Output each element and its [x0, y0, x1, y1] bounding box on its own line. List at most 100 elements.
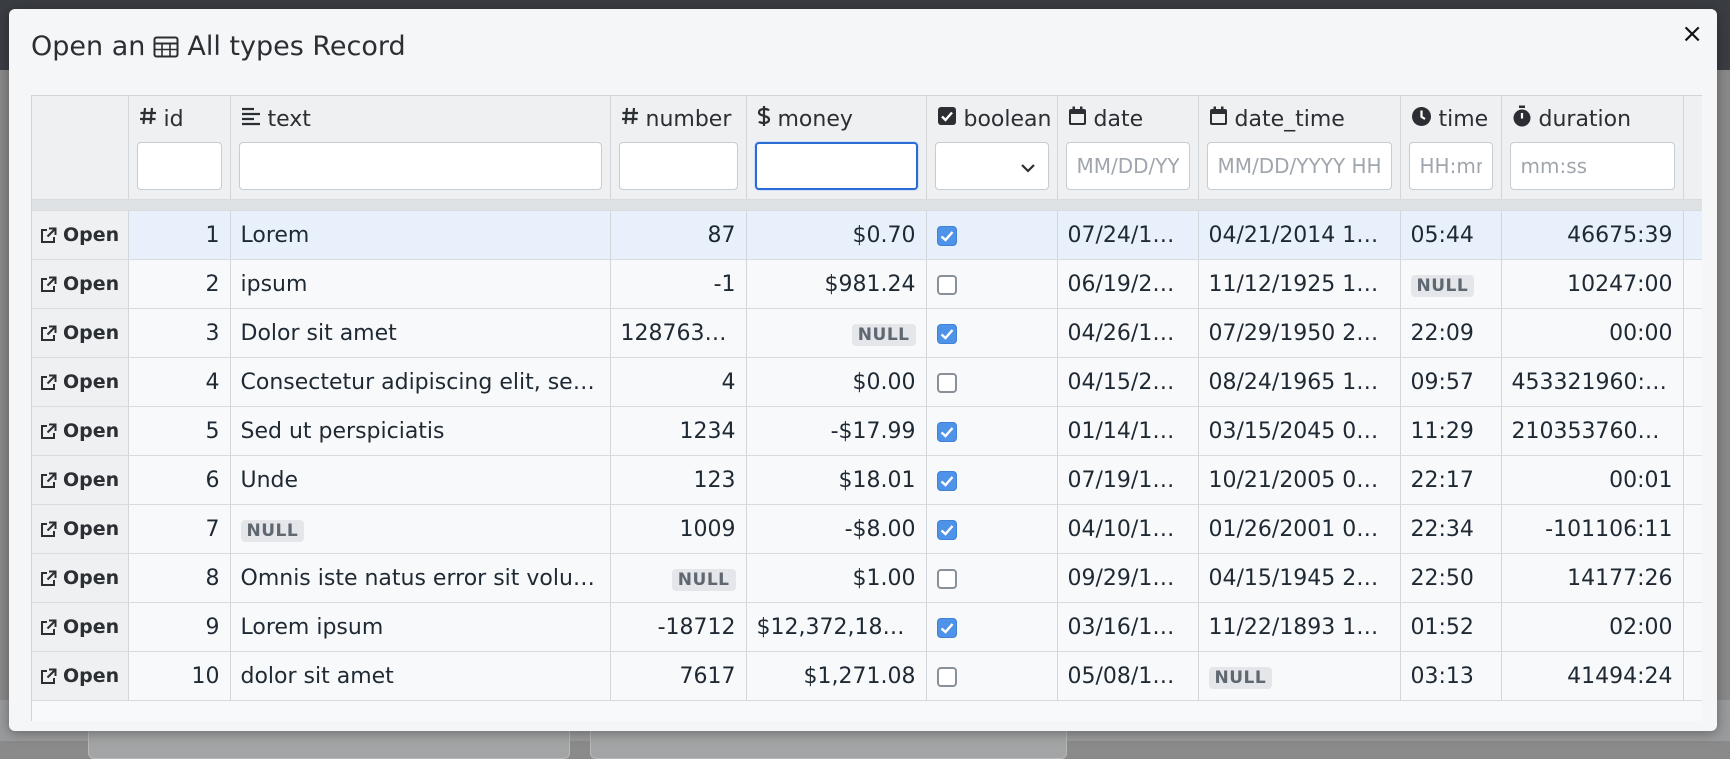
- cell-id[interactable]: 10: [128, 651, 231, 701]
- date-time-filter-input[interactable]: [1206, 142, 1392, 190]
- boolean-filter-select[interactable]: [934, 142, 1049, 190]
- cell-date-time[interactable]: 11/12/1925 16:21: [1198, 259, 1401, 309]
- cell-money[interactable]: -$8.00: [746, 504, 927, 554]
- cell-boolean[interactable]: [926, 504, 1058, 554]
- open-record-button[interactable]: Open: [40, 518, 120, 540]
- cell-date-time[interactable]: 01/26/2001 02:58: [1198, 504, 1401, 554]
- open-record-button[interactable]: Open: [40, 322, 120, 344]
- cell-time[interactable]: 22:34: [1400, 504, 1502, 554]
- table-row[interactable]: Open 6 Unde 123 $18.01 07/19/1983 10/21/2005 0…: [32, 455, 1702, 505]
- cell-text[interactable]: ipsum: [230, 259, 611, 309]
- cell-duration[interactable]: 2103537600:00: [1501, 406, 1684, 456]
- cell-date-time[interactable]: 10/21/2005 03:43: [1198, 455, 1401, 505]
- cell-date[interactable]: 04/26/1946: [1057, 308, 1199, 358]
- column-title[interactable]: time: [1401, 96, 1501, 142]
- cell-duration[interactable]: 10247:00: [1501, 259, 1684, 309]
- cell-text[interactable]: Sed ut perspiciatis: [230, 406, 611, 456]
- column-title[interactable]: date_time: [1199, 96, 1400, 142]
- column-title[interactable]: duration: [1502, 96, 1683, 142]
- cell-time[interactable]: 22:17: [1400, 455, 1502, 505]
- checkbox-checked-icon[interactable]: [936, 617, 957, 638]
- cell-text[interactable]: Omnis iste natus error sit volupt…: [230, 553, 611, 603]
- open-record-button[interactable]: Open: [40, 371, 120, 393]
- open-record-button[interactable]: Open: [40, 616, 120, 638]
- cell-duration[interactable]: 14177:26: [1501, 553, 1684, 603]
- cell-money[interactable]: $0.00: [746, 357, 927, 407]
- cell-money[interactable]: $1,271.08: [746, 651, 927, 701]
- cell-number[interactable]: 1234: [610, 406, 747, 456]
- column-title[interactable]: id: [129, 96, 230, 142]
- close-icon[interactable]: ×: [1681, 21, 1703, 47]
- cell-text[interactable]: Lorem ipsum: [230, 602, 611, 652]
- checkbox-checked-icon[interactable]: [936, 323, 957, 344]
- checkbox-unchecked-icon[interactable]: [936, 372, 957, 393]
- cell-id[interactable]: 3: [128, 308, 231, 358]
- open-record-button[interactable]: Open: [40, 567, 120, 589]
- cell-id[interactable]: 2: [128, 259, 231, 309]
- cell-time[interactable]: 22:09: [1400, 308, 1502, 358]
- cell-id[interactable]: 7: [128, 504, 231, 554]
- open-record-button[interactable]: Open: [40, 273, 120, 295]
- cell-boolean[interactable]: [926, 210, 1058, 260]
- open-record-button[interactable]: Open: [40, 224, 120, 246]
- cell-boolean[interactable]: [926, 406, 1058, 456]
- text-filter-input[interactable]: [238, 142, 602, 190]
- cell-boolean[interactable]: [926, 259, 1058, 309]
- cell-date-time[interactable]: 11/22/1893 15:05: [1198, 602, 1401, 652]
- table-row[interactable]: Open 8 Omnis iste natus error sit volupt… N…: [32, 553, 1702, 603]
- table-row[interactable]: Open 3 Dolor sit amet 128763276 NULL 04/26/19…: [32, 308, 1702, 358]
- cell-text[interactable]: Unde: [230, 455, 611, 505]
- cell-time[interactable]: 01:52: [1400, 602, 1502, 652]
- cell-money[interactable]: $1.00: [746, 553, 927, 603]
- cell-number[interactable]: -18712: [610, 602, 747, 652]
- cell-duration[interactable]: 46675:39: [1501, 210, 1684, 260]
- cell-number[interactable]: 87: [610, 210, 747, 260]
- checkbox-unchecked-icon[interactable]: [936, 568, 957, 589]
- cell-time[interactable]: NULL: [1400, 259, 1502, 309]
- cell-boolean[interactable]: [926, 455, 1058, 505]
- table-row[interactable]: Open 9 Lorem ipsum -18712 $12,372,187.00 03/1…: [32, 602, 1702, 652]
- checkbox-checked-icon[interactable]: [936, 225, 957, 246]
- cell-text[interactable]: Consectetur adipiscing elit, sed …: [230, 357, 611, 407]
- cell-duration[interactable]: 00:00: [1501, 308, 1684, 358]
- cell-date-time[interactable]: 04/15/1945 20:53: [1198, 553, 1401, 603]
- cell-date[interactable]: 01/14/1899: [1057, 406, 1199, 456]
- cell-money[interactable]: NULL: [746, 308, 927, 358]
- cell-number[interactable]: 4: [610, 357, 747, 407]
- cell-time[interactable]: 22:50: [1400, 553, 1502, 603]
- cell-date-time[interactable]: 07/29/1950 23:54: [1198, 308, 1401, 358]
- cell-id[interactable]: 6: [128, 455, 231, 505]
- cell-date[interactable]: 04/10/1897: [1057, 504, 1199, 554]
- cell-id[interactable]: 8: [128, 553, 231, 603]
- checkbox-checked-icon[interactable]: [936, 470, 957, 491]
- cell-duration[interactable]: 02:00: [1501, 602, 1684, 652]
- table-row[interactable]: Open 2 ipsum -1 $981.24 06/19/2046 11/12/1925 …: [32, 259, 1702, 309]
- cell-text[interactable]: Lorem: [230, 210, 611, 260]
- cell-time[interactable]: 11:29: [1400, 406, 1502, 456]
- cell-date[interactable]: 09/29/1932: [1057, 553, 1199, 603]
- column-title[interactable]: number: [611, 96, 746, 142]
- open-record-button[interactable]: Open: [40, 469, 120, 491]
- column-title[interactable]: boolean: [927, 96, 1057, 142]
- cell-duration[interactable]: 00:01: [1501, 455, 1684, 505]
- cell-id[interactable]: 4: [128, 357, 231, 407]
- cell-number[interactable]: 123: [610, 455, 747, 505]
- column-title[interactable]: money: [747, 96, 926, 142]
- cell-date-time[interactable]: 08/24/1965 19:25: [1198, 357, 1401, 407]
- open-record-button[interactable]: Open: [40, 665, 120, 687]
- column-title[interactable]: text: [231, 96, 610, 142]
- cell-money[interactable]: $18.01: [746, 455, 927, 505]
- column-title[interactable]: date: [1058, 96, 1198, 142]
- cell-time[interactable]: 09:57: [1400, 357, 1502, 407]
- cell-money[interactable]: $981.24: [746, 259, 927, 309]
- checkbox-unchecked-icon[interactable]: [936, 274, 957, 295]
- table-row[interactable]: Open 7 NULL 1009 -$8.00 04/10/1897 01/26/2001 …: [32, 504, 1702, 554]
- duration-filter-input[interactable]: [1509, 142, 1675, 190]
- cell-date[interactable]: 04/15/2025: [1057, 357, 1199, 407]
- cell-date[interactable]: 07/19/1983: [1057, 455, 1199, 505]
- cell-boolean[interactable]: [926, 602, 1058, 652]
- cell-text[interactable]: dolor sit amet: [230, 651, 611, 701]
- money-filter-input[interactable]: [754, 142, 918, 190]
- cell-money[interactable]: $12,372,187.00: [746, 602, 927, 652]
- cell-date-time[interactable]: 04/21/2014 17:30: [1198, 210, 1401, 260]
